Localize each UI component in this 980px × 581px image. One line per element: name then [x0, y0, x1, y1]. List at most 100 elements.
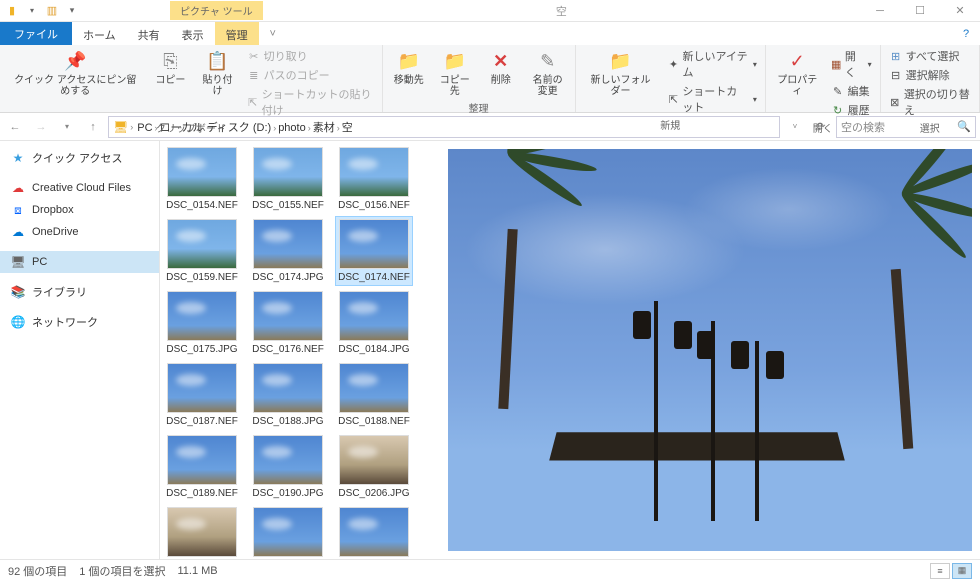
copy-icon: ⎘: [158, 49, 182, 73]
sidebar-item[interactable]: 📚ライブラリ: [0, 281, 159, 303]
ribbon-group-open: ✓ プロパティ ▦開く▾ ✎編集 ↻履歴 開く: [766, 45, 881, 112]
new-item-button[interactable]: ✦新しいアイテム▾: [665, 47, 758, 81]
sidebar-item[interactable]: 🖥 PC: [0, 251, 159, 273]
properties-qat-icon[interactable]: ▥: [44, 3, 60, 19]
file-thumbnail[interactable]: DSC_0155.NEF: [250, 145, 326, 213]
invert-selection-button[interactable]: ⊠選択の切り替え: [887, 85, 973, 119]
file-thumbnail[interactable]: DSC_0187.NEF: [164, 361, 240, 429]
cut-button[interactable]: ✂切り取り: [245, 47, 376, 65]
thumbnail-image: [167, 435, 237, 485]
sidebar-item[interactable]: ★ クイック アクセス: [0, 147, 159, 169]
sidebar-item[interactable]: ☁ OneDrive: [0, 221, 159, 243]
delete-icon: ✕: [489, 49, 513, 73]
history-button[interactable]: ↻履歴: [829, 101, 874, 119]
move-to-button[interactable]: 📁 移動先: [389, 47, 429, 88]
file-thumbnail[interactable]: DSC_0188.NEF: [336, 361, 412, 429]
qat-customize-icon[interactable]: ▾: [64, 3, 80, 19]
tab-share[interactable]: 共有: [127, 22, 171, 45]
file-name: DSC_0174.NEF: [338, 272, 410, 283]
new-shortcut-button[interactable]: ⇱ショートカット▾: [665, 82, 758, 116]
file-thumbnail[interactable]: DSC_0156.NEF: [336, 145, 412, 213]
new-item-icon: ✦: [667, 57, 679, 71]
sidebar-item-label: PC: [32, 256, 47, 268]
thumbnail-image: [339, 147, 409, 197]
tab-file[interactable]: ファイル: [0, 22, 72, 45]
sidebar-item-label: クイック アクセス: [32, 150, 123, 166]
rename-button[interactable]: ✎ 名前の変更: [527, 47, 569, 99]
minimize-button[interactable]: ─: [860, 0, 900, 22]
select-none-button[interactable]: ⊟選択解除: [887, 66, 973, 84]
sidebar-item-icon: 🖥: [10, 254, 26, 270]
select-all-icon: ⊞: [889, 49, 903, 63]
thumbnail-image: [339, 435, 409, 485]
file-thumbnail[interactable]: DSC_0216.NEF: [336, 505, 412, 559]
properties-button[interactable]: ✓ プロパティ: [772, 47, 823, 99]
file-name: DSC_0176.NEF: [252, 344, 324, 355]
pin-to-quick-access-button[interactable]: 📌 クイック アクセスにピン留めする: [6, 47, 144, 99]
open-button[interactable]: ▦開く▾: [829, 47, 874, 81]
thumbnail-image: [253, 291, 323, 341]
sidebar-item-icon: ★: [10, 150, 26, 166]
preview-pane: [440, 141, 980, 559]
status-item-count: 92 個の項目: [8, 563, 67, 579]
file-thumbnail[interactable]: DSC_0188.JPG: [250, 361, 326, 429]
copy-path-button[interactable]: ≣パスのコピー: [245, 66, 376, 84]
ribbon-expand-icon[interactable]: ˅: [259, 22, 287, 45]
file-thumbnail[interactable]: DSC_0184.JPG: [336, 289, 412, 357]
file-thumbnail[interactable]: DSC_0176.NEF: [250, 289, 326, 357]
thumbnail-image: [253, 147, 323, 197]
paste-shortcut-button[interactable]: ⇱ショートカットの貼り付け: [245, 85, 376, 119]
thumbnails-view-button[interactable]: ▦: [952, 563, 972, 579]
edit-icon: ✎: [831, 84, 845, 98]
thumbnail-image: [253, 435, 323, 485]
pin-icon: 📌: [63, 49, 87, 73]
help-icon[interactable]: ?: [952, 22, 980, 45]
file-thumbnail[interactable]: DSC_0212.JPG: [250, 505, 326, 559]
file-thumbnail[interactable]: DSC_0190.JPG: [250, 433, 326, 501]
file-list[interactable]: DSC_0154.NEFDSC_0155.NEFDSC_0156.NEFDSC_…: [160, 141, 440, 559]
copy-to-button[interactable]: 📁 コピー先: [435, 47, 475, 99]
ribbon: 📌 クイック アクセスにピン留めする ⎘ コピー 📋 貼り付け ✂切り取り ≣パ…: [0, 45, 980, 113]
thumbnail-image: [167, 291, 237, 341]
contextual-tab-group: ピクチャ ツール: [170, 1, 263, 20]
content-area: ★クイック アクセス☁Creative Cloud Files⧈Dropbox☁…: [0, 141, 980, 559]
ribbon-group-label: 選択: [887, 119, 973, 136]
sidebar-item[interactable]: ⧈Dropbox: [0, 199, 159, 221]
sidebar-item-icon: 🌐: [10, 314, 26, 330]
close-button[interactable]: ✕: [940, 0, 980, 22]
tab-view[interactable]: 表示: [171, 22, 215, 45]
delete-button[interactable]: ✕ 削除: [481, 47, 521, 88]
path-icon: ≣: [247, 68, 261, 82]
tab-home[interactable]: ホーム: [72, 22, 127, 45]
file-thumbnail[interactable]: DSC_0175.JPG: [164, 289, 240, 357]
thumbnail-image: [339, 507, 409, 557]
navigation-pane: ★クイック アクセス☁Creative Cloud Files⧈Dropbox☁…: [0, 141, 160, 559]
new-folder-button[interactable]: 📁 新しいフォルダー: [582, 47, 660, 99]
sidebar-item[interactable]: 🌐ネットワーク: [0, 311, 159, 333]
rename-icon: ✎: [536, 49, 560, 73]
invert-icon: ⊠: [889, 95, 901, 109]
edit-button[interactable]: ✎編集: [829, 82, 874, 100]
sidebar-item-icon: ☁: [10, 224, 26, 240]
copy-button[interactable]: ⎘ コピー: [150, 47, 190, 88]
paste-button[interactable]: 📋 貼り付け: [196, 47, 238, 99]
file-name: DSC_0184.JPG: [338, 344, 409, 355]
file-thumbnail[interactable]: DSC_0174.JPG: [250, 217, 326, 285]
sidebar-item-label: OneDrive: [32, 226, 78, 238]
ribbon-group-label: クリップボード: [6, 119, 376, 136]
select-all-button[interactable]: ⊞すべて選択: [887, 47, 973, 65]
details-view-button[interactable]: ≡: [930, 563, 950, 579]
tab-manage[interactable]: 管理: [215, 22, 259, 45]
file-thumbnail[interactable]: DSC_0189.NEF: [164, 433, 240, 501]
file-thumbnail[interactable]: DSC_0206.JPG: [336, 433, 412, 501]
sidebar-item[interactable]: ☁Creative Cloud Files: [0, 177, 159, 199]
paste-icon: 📋: [206, 49, 230, 73]
qat-dropdown-icon[interactable]: ▾: [24, 3, 40, 19]
maximize-button[interactable]: ☐: [900, 0, 940, 22]
file-thumbnail[interactable]: DSC_0207.JPG: [164, 505, 240, 559]
file-thumbnail[interactable]: DSC_0174.NEF: [336, 217, 412, 285]
sidebar-item-icon: 📚: [10, 284, 26, 300]
file-thumbnail[interactable]: DSC_0154.NEF: [164, 145, 240, 213]
file-thumbnail[interactable]: DSC_0159.NEF: [164, 217, 240, 285]
sidebar-item-icon: ☁: [10, 180, 26, 196]
